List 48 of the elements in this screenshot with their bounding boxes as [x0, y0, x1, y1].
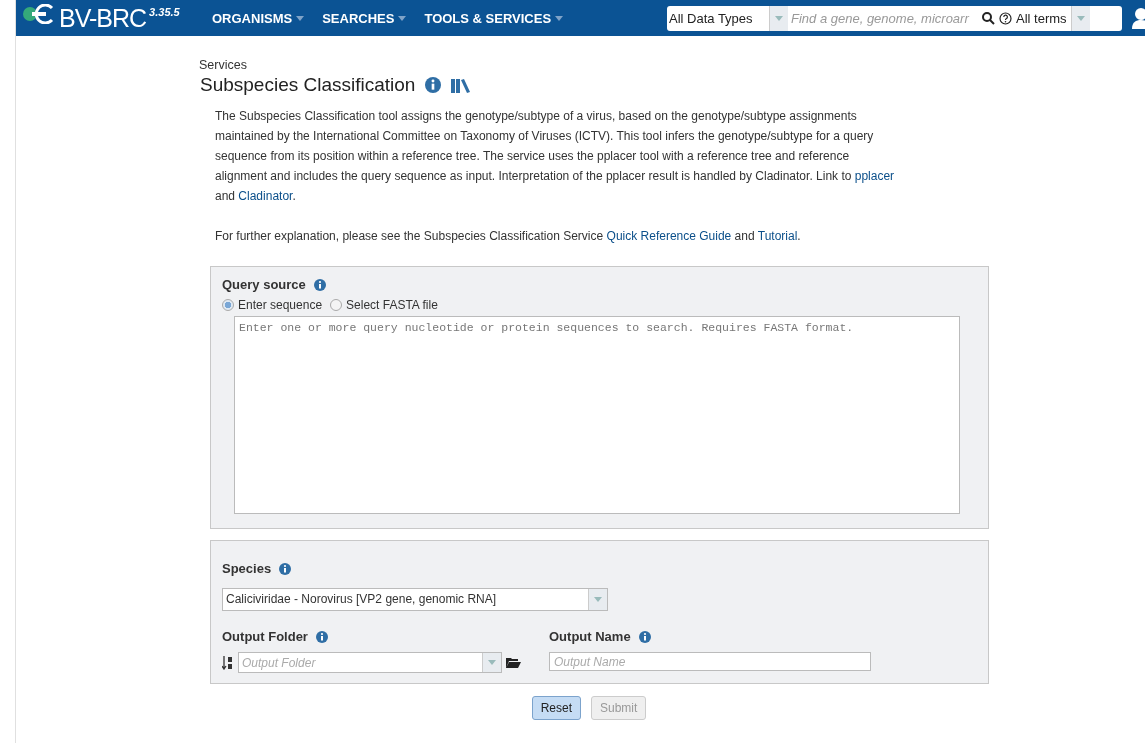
data-type-select[interactable]: All Data Types [667, 10, 769, 26]
nav-menu[interactable]: TOOLS & SERVICES [424, 10, 564, 26]
radio-button[interactable] [222, 299, 234, 311]
field-label: Species [222, 561, 272, 576]
form-button[interactable]: Reset [531, 696, 581, 720]
caret-icon [1076, 15, 1085, 21]
caret-icon [398, 15, 407, 21]
info-icon[interactable] [425, 77, 442, 93]
info-icon[interactable] [315, 630, 328, 643]
output-folder-field[interactable]: Output Folder [239, 653, 482, 672]
text-link[interactable]: pplacer [854, 169, 895, 183]
nav-menu[interactable]: SEARCHES [322, 10, 407, 26]
radio-label[interactable]: Enter sequence [238, 298, 323, 312]
text-link[interactable]: Cladinator [238, 189, 293, 203]
page-title: Subspecies Classification [200, 74, 416, 96]
info-icon[interactable] [279, 562, 292, 575]
logo-icon [22, 3, 56, 24]
text-link[interactable]: Quick Reference Guide [606, 229, 732, 243]
search-icon[interactable] [982, 11, 995, 25]
field-label: Output Name [549, 629, 631, 644]
caret-icon [594, 597, 602, 602]
output-folder-select[interactable]: Output Folder [238, 652, 502, 673]
breadcrumb[interactable]: Services [199, 58, 989, 72]
output-name-field[interactable]: Output Name [549, 652, 871, 671]
search-bar[interactable]: All Data Types Find a gene, genome, microarr All terms [667, 5, 1122, 31]
folder-icon[interactable] [506, 657, 521, 668]
logo-text[interactable]: BV-BRC [59, 3, 147, 33]
caret-icon [555, 15, 564, 21]
description-paragraph: The Subspecies Classification tool assigns the genotype/subtype of a virus, based on the genotype/subtype assignments maintained by the International Committee on Taxonomy of Viruses (ICTV). This tool infers the genotype/subtype for a query sequence from its position within a reference tree. The service uses the pplacer tool with a reference tree and reference alignment and includes the query sequence as input. Interpretation of the pplacer result is handled by Cladinator. Link to pplacer and Cladinator. [215, 108, 895, 205]
radio-button[interactable] [330, 299, 343, 311]
field-label: Output Folder [222, 629, 308, 644]
books-icon[interactable] [451, 77, 472, 93]
species-select[interactable]: Caliciviridae - Norovirus [VP2 gene, genomic RNA] [222, 588, 608, 611]
version-label: 3.35.5 [149, 5, 180, 18]
help-icon[interactable] [999, 11, 1012, 25]
caret-icon [488, 660, 496, 665]
caret-icon [775, 15, 783, 21]
sequence-input[interactable]: Enter one or more query nucleotide or protein sequences to search. Requires FASTA format. [234, 316, 960, 514]
nav-menu[interactable]: ORGANISMS [212, 10, 305, 26]
user-icon[interactable] [1132, 7, 1145, 29]
sort-icon[interactable] [222, 655, 234, 670]
radio-label[interactable]: Select FASTA file [346, 298, 438, 312]
description-paragraph: For further explanation, please see the Subspecies Classification Service Quick Reference Guide and Tutorial. [215, 228, 802, 245]
info-icon[interactable] [638, 630, 651, 643]
terms-select[interactable]: All terms [1012, 10, 1071, 26]
caret-icon [296, 15, 305, 21]
field-label: Query source [222, 277, 306, 292]
info-icon[interactable] [313, 278, 326, 291]
